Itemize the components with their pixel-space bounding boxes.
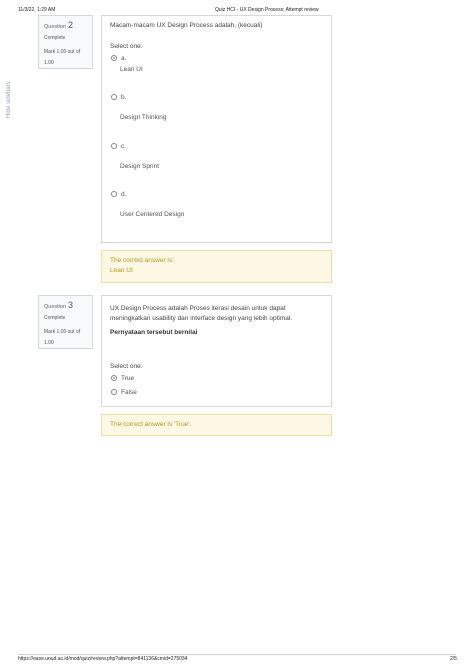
print-header-datetime: 11/3/22, 1:29 AM <box>18 7 56 13</box>
answer-option-c[interactable]: c. <box>111 143 126 150</box>
answer-option-b[interactable]: b. <box>111 94 126 101</box>
question-info-box: Question 2 Complete Mark 1.00 out of 1.00 <box>38 15 93 69</box>
radio-icon[interactable] <box>111 143 117 150</box>
question-label: Question <box>44 24 67 30</box>
question-number: Question 2 <box>44 20 87 30</box>
question-state: Complete <box>44 35 66 41</box>
question-number: Question 3 <box>44 300 87 310</box>
option-letter: a. <box>121 55 127 62</box>
question-content-box: UX Design Process adalah Proses iterasi … <box>101 295 332 407</box>
answer-option-false[interactable]: False <box>111 389 137 396</box>
feedback-box: The correct answer is 'True'. <box>101 414 332 436</box>
option-letter: c. <box>121 143 127 150</box>
print-header-title: Quiz HCI - UX Design Process: Attempt re… <box>215 7 319 13</box>
question-state: Complete <box>44 315 66 321</box>
question-grade: Mark 1.00 out of 1.00 <box>44 327 87 349</box>
footer-url: https://oase.unud.ac.id/mod/quiz/review.… <box>18 656 188 662</box>
radio-icon[interactable] <box>111 94 117 101</box>
question-number-value: 3 <box>68 300 74 310</box>
statement-text: Pernyataan tersebut bernilai <box>110 329 198 336</box>
question-grade: Mark 1.00 out of 1.00 <box>44 47 87 69</box>
feedback-line-1: The correct answer is 'True'. <box>110 421 192 428</box>
option-letter: b. <box>121 94 127 101</box>
radio-checked-icon[interactable] <box>111 375 117 382</box>
grade-line-1: Mark 1.00 out of <box>44 49 81 55</box>
hide-sidebars-link[interactable]: Hide sidebars <box>6 81 12 118</box>
radio-icon[interactable] <box>111 389 117 396</box>
select-one-label: Select one: <box>110 43 143 50</box>
question-text: UX Design Process adalah Proses iterasi … <box>110 305 293 322</box>
grade-line-2: 1.00 <box>44 60 54 66</box>
answer-option-true[interactable]: True <box>111 375 134 382</box>
grade-line-1: Mark 1.00 out of <box>44 329 81 335</box>
question-info-box: Question 3 Complete Mark 1.00 out of 1.00 <box>38 295 93 349</box>
option-text: Design Sprint <box>120 163 160 170</box>
option-text: Design Thinking <box>120 114 167 121</box>
footer-divider <box>18 654 456 655</box>
question-number-value: 2 <box>68 20 74 30</box>
option-text: Lean UI <box>120 66 143 73</box>
radio-checked-icon[interactable] <box>111 55 117 62</box>
feedback-box: The correct answer is: Lean UI <box>101 250 332 283</box>
feedback-line-2: Lean UI <box>110 267 133 274</box>
question-text: Macam-macam UX Design Process adalah, (k… <box>110 22 263 29</box>
answer-option-d[interactable]: d. <box>111 191 126 198</box>
radio-icon[interactable] <box>111 191 117 198</box>
option-letter: d. <box>121 191 127 198</box>
feedback-line-1: The correct answer is: <box>110 257 174 264</box>
answer-option-a[interactable]: a. <box>111 55 126 62</box>
option-text: User Centered Design <box>120 211 185 218</box>
select-one-label: Select one: <box>110 363 143 370</box>
question-label: Question <box>44 304 67 310</box>
grade-line-2: 1.00 <box>44 340 54 346</box>
option-text: False <box>121 389 137 396</box>
option-text: True <box>121 375 135 382</box>
footer-page-number: 2/5 <box>450 656 457 662</box>
question-content-box: Macam-macam UX Design Process adalah, (k… <box>101 15 332 243</box>
